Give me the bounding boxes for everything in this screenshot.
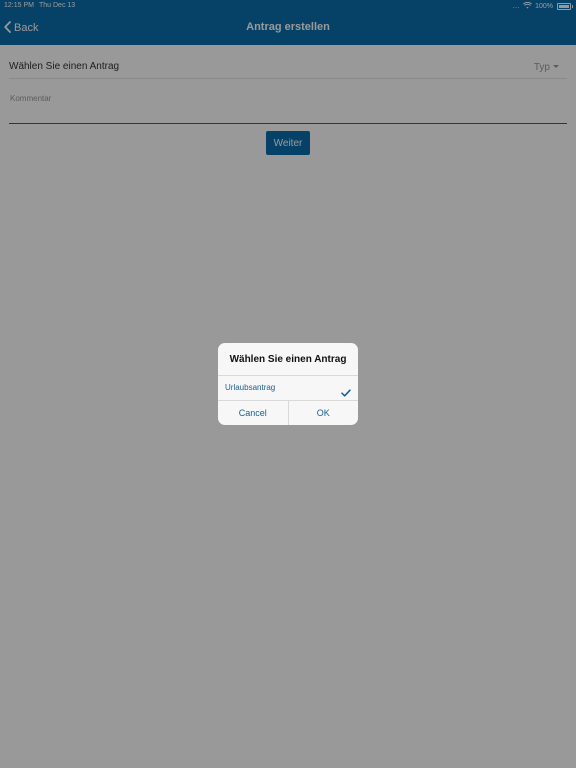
request-type-dialog: Wählen Sie einen Antrag Urlaubsantrag Ca… [218, 343, 358, 425]
dialog-buttons: Cancel OK [218, 400, 358, 425]
dialog-option-urlaubsantrag[interactable]: Urlaubsantrag [218, 375, 358, 401]
ok-button[interactable]: OK [287, 400, 359, 425]
app-screen: 12:15 PM Thu Dec 13 ... 100% Back Antrag… [0, 0, 576, 768]
option-label: Urlaubsantrag [225, 383, 276, 392]
checkmark-icon [341, 384, 351, 397]
dialog-title: Wählen Sie einen Antrag [229, 354, 347, 365]
cancel-button[interactable]: Cancel [218, 400, 288, 425]
